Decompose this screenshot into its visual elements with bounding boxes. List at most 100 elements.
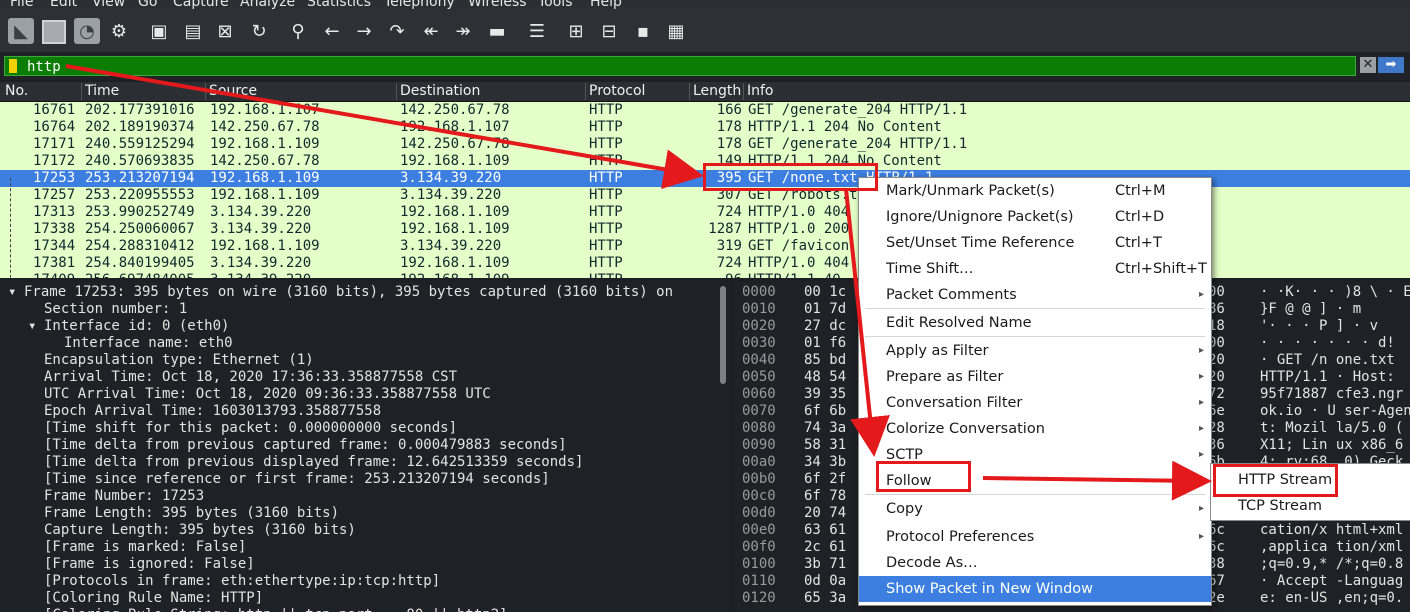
packet-proto: HTTP [589, 153, 623, 169]
menu-item-shortcut: Ctrl+M [1115, 183, 1166, 199]
detail-line[interactable]: Interface name: eth0 [48, 335, 233, 352]
menu-item-protocol-preferences[interactable]: Protocol Preferences ▸ [859, 524, 1211, 550]
menu-wireless[interactable]: Wireless [468, 0, 527, 10]
first-packet-icon[interactable]: ↞ [418, 18, 444, 44]
column-length[interactable]: Length [689, 83, 741, 100]
clear-filter-icon[interactable]: ✕ [1360, 57, 1376, 73]
column-source[interactable]: Source [205, 83, 257, 100]
menu-item-colorize-conversation[interactable]: Colorize Conversation ▸ [859, 416, 1211, 442]
packet-src: 142.250.67.78 [210, 153, 320, 169]
open-file-icon[interactable]: ▣ [146, 18, 172, 44]
column-time[interactable]: Time [81, 83, 119, 100]
menu-item-decode-as[interactable]: Decode As… [859, 550, 1211, 576]
detail-line[interactable]: [Frame is ignored: False] [28, 556, 255, 573]
menu-item-show-packet-in-new-window[interactable]: Show Packet in New Window [859, 576, 1211, 602]
packet-no: 17257 [33, 187, 76, 203]
zoom-out-icon[interactable]: ⊟ [596, 18, 622, 44]
packet-row[interactable]: 16764 202.189190374 142.250.67.78 192.168.1… [0, 119, 1410, 136]
detail-line[interactable]: [Time delta from previous captured frame… [28, 437, 567, 454]
column-no[interactable]: No. [2, 83, 28, 100]
go-to-packet-icon[interactable]: ↷ [384, 18, 410, 44]
detail-line[interactable]: ▾ Interface id: 0 (eth0) [28, 318, 229, 335]
apply-filter-icon[interactable]: ➡ [1378, 57, 1404, 73]
last-packet-icon[interactable]: ↠ [450, 18, 476, 44]
menu-view[interactable]: View [92, 0, 125, 10]
detail-line[interactable]: [Protocols in frame: eth:ethertype:ip:tc… [28, 573, 440, 590]
detail-line[interactable]: [Frame is marked: False] [28, 539, 246, 556]
menu-item-edit-resolved-name[interactable]: Edit Resolved Name [859, 310, 1211, 336]
detail-line[interactable]: Arrival Time: Oct 18, 2020 17:36:33.3588… [28, 369, 457, 386]
go-back-icon[interactable]: ← [319, 18, 345, 44]
zoom-in-icon[interactable]: ⊞ [563, 18, 589, 44]
packet-time: 240.570693835 [85, 153, 195, 169]
menu-item-ignore-unignore-packet-s[interactable]: Ignore/Unignore Packet(s) Ctrl+D [859, 204, 1211, 230]
detail-line[interactable]: [Time shift for this packet: 0.000000000… [28, 420, 457, 437]
detail-line[interactable]: [Time delta from previous displayed fram… [28, 454, 583, 471]
packet-time: 254.288310412 [85, 238, 195, 254]
menu-analyze[interactable]: Analyze [240, 0, 295, 10]
packet-proto: HTTP [589, 272, 623, 278]
close-file-icon[interactable]: ⊠ [212, 18, 238, 44]
packet-list-header: No. Time Source Destination Protocol Len… [0, 82, 1410, 102]
details-scrollbar[interactable] [720, 286, 726, 384]
stop-capture-icon[interactable] [42, 20, 66, 44]
packet-row[interactable]: 16761 202.177391016 192.168.1.107 142.250.6… [0, 102, 1410, 119]
submenu-arrow-icon: ▸ [1199, 289, 1205, 300]
detail-text: [Coloring Rule Name: HTTP] [44, 590, 264, 606]
menu-telephony[interactable]: Telephony [384, 0, 455, 10]
start-capture-icon[interactable]: ◣ [8, 18, 34, 44]
go-forward-icon[interactable]: → [351, 18, 377, 44]
menu-item-mark-unmark-packet-s[interactable]: Mark/Unmark Packet(s) Ctrl+M [859, 178, 1211, 204]
colorize-icon[interactable]: ☰ [524, 18, 550, 44]
detail-line[interactable]: [Time since reference or first frame: 25… [28, 471, 550, 488]
restart-capture-icon[interactable]: ◔ [74, 18, 100, 44]
bookmark-icon[interactable] [9, 59, 17, 73]
menu-capture[interactable]: Capture [173, 0, 229, 10]
column-info[interactable]: Info [743, 83, 774, 100]
expand-chevron-icon[interactable]: ▾ [28, 318, 44, 335]
menu-statistics[interactable]: Statistics [307, 0, 371, 10]
bytes-off: 0090 [742, 437, 776, 453]
menu-edit[interactable]: Edit [50, 0, 77, 10]
auto-scroll-icon[interactable]: ▬ [484, 18, 510, 44]
detail-line[interactable]: [Coloring Rule Name: HTTP] [28, 590, 263, 607]
column-protocol[interactable]: Protocol [585, 83, 645, 100]
resize-columns-icon[interactable]: ▦ [663, 18, 689, 44]
column-destination[interactable]: Destination [396, 83, 480, 100]
detail-line[interactable]: ▾ Frame 17253: 395 bytes on wire (3160 bi… [8, 284, 673, 301]
packet-row[interactable]: 17171 240.559125294 192.168.1.109 142.250.6… [0, 136, 1410, 153]
packet-no: 17172 [33, 153, 76, 169]
packet-time: 253.213207194 [85, 170, 195, 186]
menu-tools[interactable]: Tools [538, 0, 573, 10]
menu-item-prepare-as-filter[interactable]: Prepare as Filter ▸ [859, 364, 1211, 390]
menu-item-packet-comments[interactable]: Packet Comments ▸ [859, 282, 1211, 308]
detail-line[interactable]: Frame Number: 17253 [28, 488, 204, 505]
normal-size-icon[interactable]: ▪ [630, 18, 656, 44]
detail-line[interactable]: Epoch Arrival Time: 1603013793.358877558 [28, 403, 381, 420]
menu-item-copy[interactable]: Copy ▸ [859, 496, 1211, 522]
menu-item-time-shift[interactable]: Time Shift… Ctrl+Shift+T [859, 256, 1211, 282]
menu-file[interactable]: File [10, 0, 33, 10]
detail-text: [Time delta from previous captured frame… [44, 437, 567, 453]
capture-options-icon[interactable]: ⚙ [106, 18, 132, 44]
detail-line[interactable]: [Coloring Rule String: http || tcp.port … [28, 607, 508, 612]
detail-line[interactable]: Section number: 1 [28, 301, 187, 318]
menu-help[interactable]: Help [590, 0, 622, 10]
detail-line[interactable]: Frame Length: 395 bytes (3160 bits) [28, 505, 339, 522]
menu-item-apply-as-filter[interactable]: Apply as Filter ▸ [859, 338, 1211, 364]
packet-len: 1287 [708, 221, 742, 237]
detail-line[interactable]: Encapsulation type: Ethernet (1) [28, 352, 314, 369]
menu-go[interactable]: Go [138, 0, 157, 10]
save-file-icon[interactable]: ▤ [180, 18, 206, 44]
reload-file-icon[interactable]: ↻ [246, 18, 272, 44]
detail-line[interactable]: UTC Arrival Time: Oct 18, 2020 09:36:33.… [28, 386, 491, 403]
packet-details-pane[interactable]: ▾ Frame 17253: 395 bytes on wire (3160 bi… [0, 282, 730, 612]
packet-info: HTTP/1.1 204 No Content [748, 119, 942, 135]
detail-line[interactable]: Capture Length: 395 bytes (3160 bits) [28, 522, 356, 539]
menu-item-label: Packet Comments [886, 287, 1017, 303]
find-packet-icon[interactable]: ⚲ [285, 18, 311, 44]
expand-chevron-icon[interactable]: ▾ [8, 284, 24, 301]
menu-item-conversation-filter[interactable]: Conversation Filter ▸ [859, 390, 1211, 416]
menu-item-set-unset-time-reference[interactable]: Set/Unset Time Reference Ctrl+T [859, 230, 1211, 256]
display-filter-input[interactable]: http [4, 56, 1356, 76]
